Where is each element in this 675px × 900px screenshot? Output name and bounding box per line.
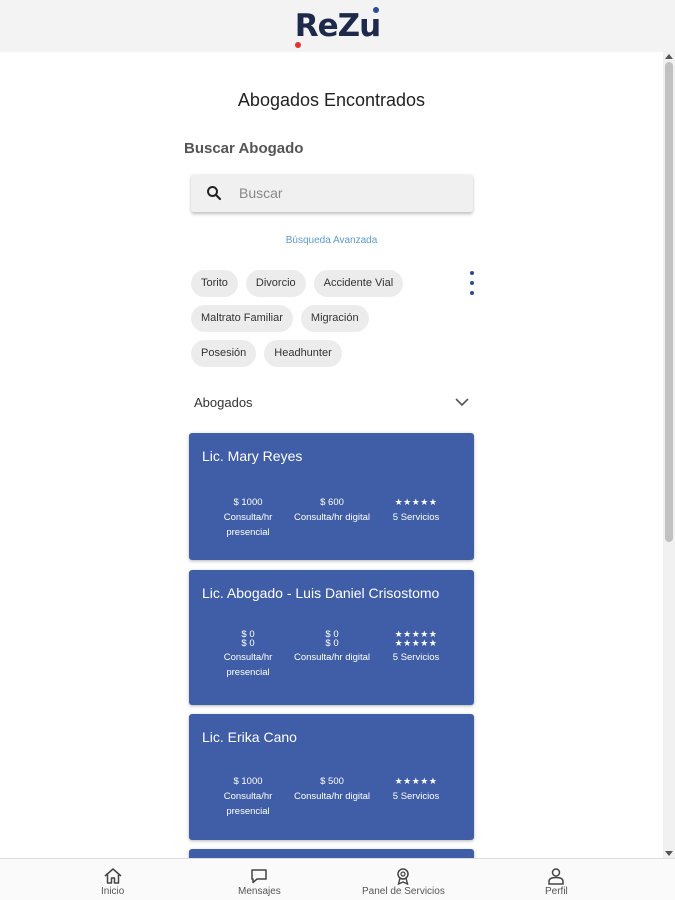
user-icon: [548, 868, 565, 885]
lawyer-stats: $ 1000 Consulta/hr presencial $ 600 Cons…: [207, 495, 457, 540]
advanced-search-link[interactable]: Búsqueda Avanzada: [0, 235, 663, 246]
services-count: 5 Servicios: [392, 791, 440, 802]
more-options-icon[interactable]: [468, 271, 476, 295]
price-presencial-value-2: $ 0: [241, 638, 255, 649]
price-digital-label: Consulta/hr digital: [293, 791, 371, 802]
nav-home-label: Inicio: [101, 886, 125, 897]
lawyer-name: Lic. Mary Reyes: [202, 448, 303, 464]
scroll-down-arrow[interactable]: [665, 851, 673, 856]
chip-maltrato-familiar[interactable]: Maltrato Familiar: [191, 305, 293, 332]
lawyer-card[interactable]: Lic. Abogado - Luis Daniel Crisostomo $ …: [189, 570, 474, 705]
rezu-logo[interactable]: ReZu: [294, 7, 381, 48]
scroll-up-arrow[interactable]: [665, 54, 673, 59]
price-presencial-value: $ 1000: [233, 497, 263, 508]
price-digital: $ 0 $ 0 Consulta/hr digital: [291, 630, 373, 680]
rating: ★★★★★ 5 Servicios: [375, 495, 457, 540]
lawyers-accordion-header[interactable]: Abogados: [190, 390, 470, 414]
chip-row: Torito Divorcio Accidente Vial: [191, 270, 431, 297]
lawyer-name: Lic. Erika Cano: [202, 729, 297, 745]
award-icon: [397, 868, 410, 885]
price-digital-value: $ 600: [320, 497, 344, 508]
lawyer-card[interactable]: [189, 849, 474, 858]
chip-headhunter[interactable]: Headhunter: [264, 340, 342, 367]
rating-stars: ★★★★★: [394, 776, 438, 786]
nav-services-panel[interactable]: Panel de Servicios: [362, 867, 445, 897]
nav-profile[interactable]: Perfil: [545, 867, 568, 897]
lawyer-card[interactable]: Lic. Erika Cano $ 1000 Consulta/hr prese…: [189, 714, 474, 840]
chat-icon: [251, 869, 268, 884]
nav-home[interactable]: Inicio: [101, 867, 124, 897]
price-presencial-label: Consulta/hr presencial: [223, 791, 273, 817]
logo-text: ReZu: [294, 8, 381, 44]
price-digital: $ 500 Consulta/hr digital: [291, 774, 373, 819]
chevron-down-icon: [455, 398, 469, 407]
rating: ★★★★★ 5 Servicios: [375, 774, 457, 819]
services-count: 5 Servicios: [392, 512, 440, 523]
chip-torito[interactable]: Torito: [191, 270, 238, 297]
chip-divorcio[interactable]: Divorcio: [245, 270, 306, 297]
price-presencial-value: $ 1000: [233, 776, 263, 787]
chip-row: Maltrato Familiar Migración: [191, 305, 431, 332]
nav-messages[interactable]: Mensajes: [238, 867, 281, 897]
home-icon: [104, 868, 122, 884]
main-content: Abogados Encontrados Buscar Abogado Búsq…: [0, 52, 663, 858]
lawyer-card[interactable]: Lic. Mary Reyes $ 1000 Consulta/hr prese…: [189, 433, 474, 560]
scrollbar[interactable]: [663, 52, 675, 858]
chip-row: Posesión Headhunter: [191, 340, 431, 367]
search-box[interactable]: [191, 174, 473, 212]
chip-accidente-vial[interactable]: Accidente Vial: [313, 270, 404, 297]
search-input[interactable]: [239, 185, 439, 201]
app-header: ReZu: [0, 0, 675, 52]
price-presencial: $ 1000 Consulta/hr presencial: [207, 495, 289, 540]
price-presencial-label: Consulta/hr presencial: [223, 512, 273, 538]
services-count: 5 Servicios: [392, 652, 440, 663]
price-digital: $ 600 Consulta/hr digital: [291, 495, 373, 540]
rating: ★★★★★ ★★★★★ 5 Servicios: [375, 630, 457, 680]
page-title: Abogados Encontrados: [237, 90, 426, 110]
nav-services-label: Panel de Servicios: [362, 886, 445, 897]
price-presencial-label: Consulta/hr presencial: [223, 652, 273, 678]
price-digital-value-2: $ 0: [325, 638, 339, 649]
price-presencial: $ 0 $ 0 Consulta/hr presencial: [207, 630, 289, 680]
price-digital-label: Consulta/hr digital: [293, 652, 371, 663]
chip-posesion[interactable]: Posesión: [191, 340, 257, 367]
scrollbar-thumb[interactable]: [665, 62, 673, 542]
search-icon: [207, 186, 222, 201]
category-chips: Torito Divorcio Accidente Vial Maltrato …: [191, 270, 431, 375]
logo-red-dot: [294, 42, 301, 48]
price-digital-value: $ 500: [320, 776, 344, 787]
nav-messages-label: Mensajes: [238, 886, 281, 897]
rating-stars-2: ★★★★★: [394, 638, 438, 648]
lawyer-name: Lic. Abogado - Luis Daniel Crisostomo: [202, 585, 440, 601]
price-presencial: $ 1000 Consulta/hr presencial: [207, 774, 289, 819]
price-digital-label: Consulta/hr digital: [293, 512, 371, 523]
nav-profile-label: Perfil: [545, 886, 568, 897]
chip-migracion[interactable]: Migración: [300, 305, 369, 332]
lawyer-stats: $ 1000 Consulta/hr presencial $ 500 Cons…: [207, 774, 457, 819]
search-section-label: Buscar Abogado: [184, 140, 304, 157]
accordion-label: Abogados: [194, 394, 253, 410]
bottom-navigation: Inicio Mensajes Panel de Servicios Perfi…: [0, 858, 675, 900]
lawyer-stats: $ 0 $ 0 Consulta/hr presencial $ 0 $ 0 C…: [207, 630, 457, 680]
rating-stars: ★★★★★: [394, 497, 438, 507]
